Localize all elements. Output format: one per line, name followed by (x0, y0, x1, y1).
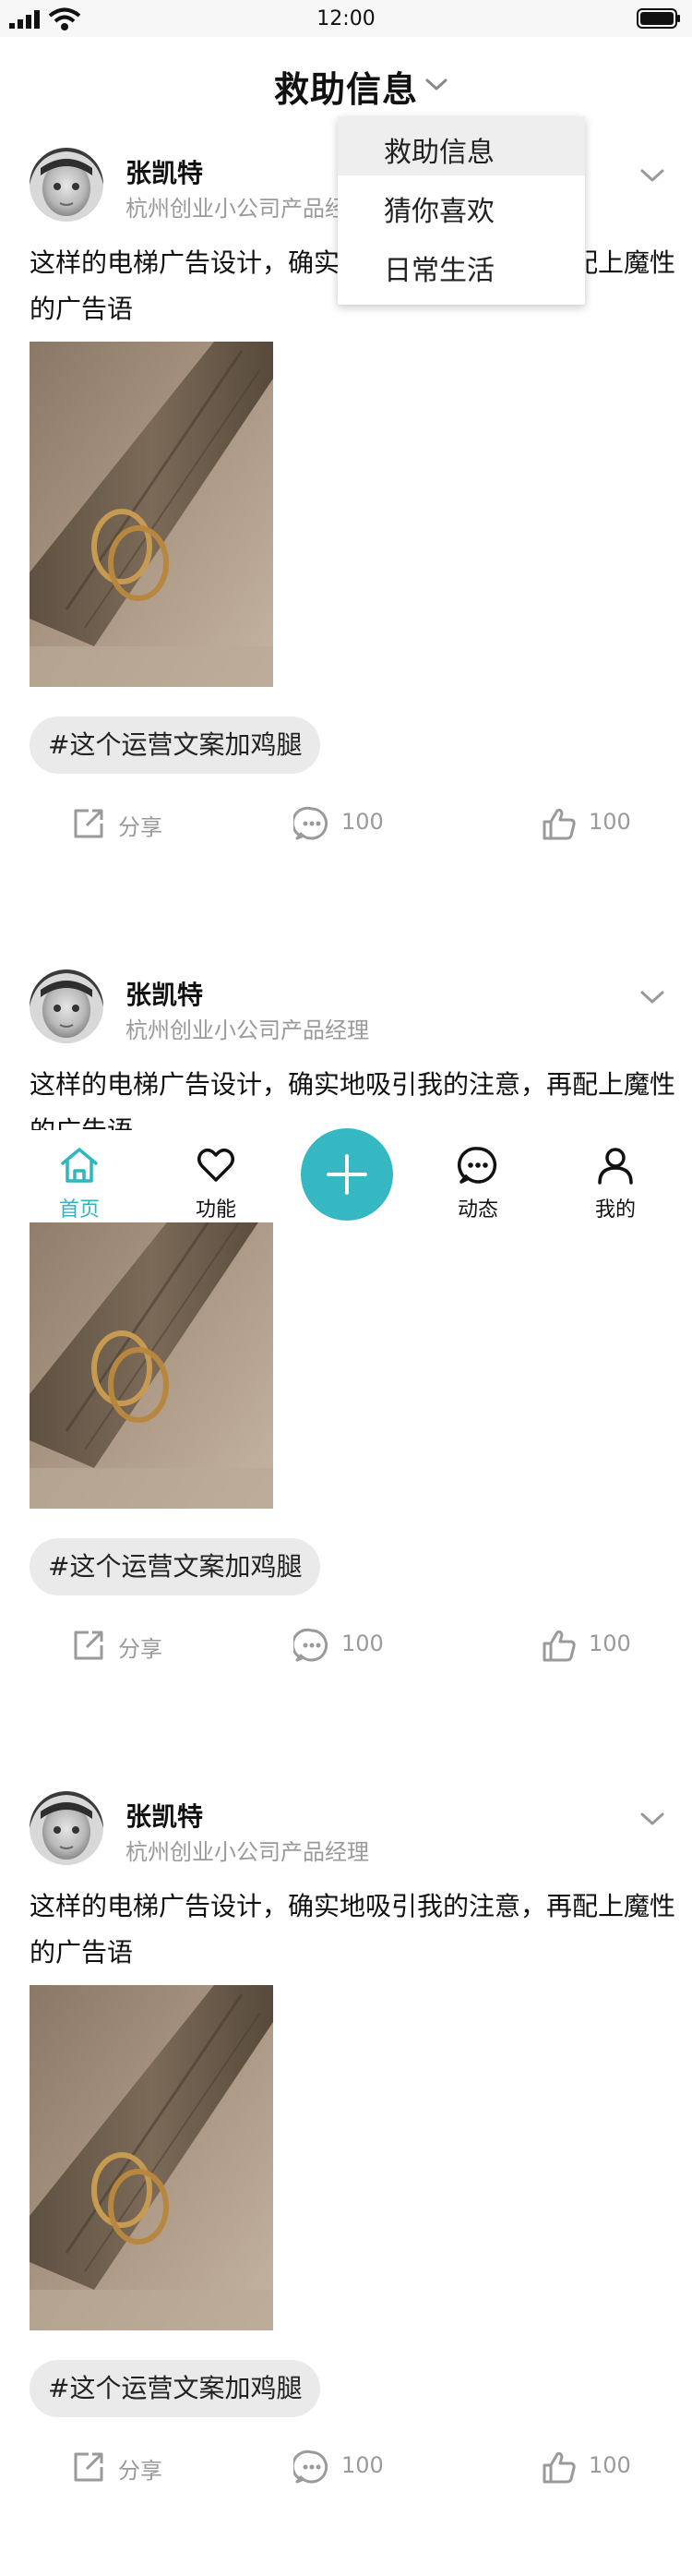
add-post-button[interactable] (301, 1128, 393, 1221)
avatar[interactable] (30, 1791, 103, 1865)
header: 救助信息 (0, 37, 692, 129)
comment-count: 100 (341, 2452, 384, 2478)
chevron-down-icon[interactable] (638, 166, 666, 185)
tab-home[interactable]: 首页 (33, 1130, 125, 1222)
heart-icon (197, 1149, 234, 1182)
status-bar: 12:00 (0, 0, 692, 37)
hashtag-tag[interactable]: #这个运营文案加鸡腿 (30, 2360, 321, 2417)
page-title[interactable]: 救助信息 (0, 61, 692, 112)
hashtag-tag[interactable]: #这个运营文案加鸡腿 (30, 1538, 321, 1595)
home-icon (61, 1148, 98, 1183)
like-count: 100 (589, 809, 631, 835)
tab-me[interactable]: 我的 (569, 1130, 662, 1222)
user-subtitle: 杭州创业小公司产品经理 (125, 196, 369, 222)
chevron-down-icon[interactable] (424, 76, 448, 94)
plus-icon (327, 1154, 367, 1195)
chevron-down-icon[interactable] (638, 1810, 666, 1828)
comment-button[interactable]: 100 (293, 2449, 404, 2486)
chevron-down-icon[interactable] (638, 988, 666, 1006)
share-button[interactable]: 分享 (70, 805, 181, 842)
avatar[interactable] (30, 969, 103, 1043)
share-label: 分享 (118, 814, 162, 840)
comment-button[interactable]: 100 (293, 805, 404, 842)
dropdown-item-daily[interactable]: 日常生活 (338, 235, 585, 294)
post-card: 张凯特 杭州创业小公司产品经理 这样的电梯广告设计，确实地吸引我的注意，再配上魔… (0, 1791, 692, 2576)
comment-count: 100 (341, 809, 384, 835)
dropdown-item-label: 日常生活 (384, 255, 495, 287)
share-icon (74, 809, 103, 838)
like-count: 100 (589, 1631, 631, 1656)
share-icon (74, 2452, 103, 2482)
like-count: 100 (589, 2452, 631, 2478)
thumbs-up-icon (543, 808, 576, 840)
share-label: 分享 (118, 1636, 162, 1662)
user-icon (598, 1148, 633, 1185)
thumbs-up-icon (543, 1630, 576, 1662)
user-subtitle: 杭州创业小公司产品经理 (125, 1839, 369, 1865)
share-label: 分享 (118, 2458, 162, 2484)
thumbs-up-icon (543, 2451, 576, 2484)
comment-button[interactable]: 100 (293, 1627, 404, 1664)
share-button[interactable]: 分享 (70, 2449, 181, 2486)
post-text: 这样的电梯广告设计，确实地吸引我的注意，再配上魔性的广告语 (30, 1891, 676, 1968)
user-name[interactable]: 张凯特 (125, 153, 203, 190)
like-button[interactable]: 100 (541, 2449, 651, 2486)
tab-function[interactable]: 功能 (170, 1130, 262, 1222)
like-button[interactable]: 100 (541, 1627, 651, 1664)
share-button[interactable]: 分享 (70, 1627, 181, 1664)
tab-label: 动态 (457, 1198, 498, 1222)
user-subtitle: 杭州创业小公司产品经理 (125, 1017, 369, 1043)
comment-count: 100 (341, 1631, 384, 1656)
dropdown-item-label: 救助信息 (384, 137, 495, 169)
post-image[interactable] (30, 1985, 273, 2330)
post-image[interactable] (30, 342, 273, 687)
comment-icon (293, 1628, 328, 1662)
dropdown-item-label: 猜你喜欢 (384, 196, 495, 228)
tab-dynamics[interactable]: 动态 (432, 1130, 524, 1222)
user-name[interactable]: 张凯特 (125, 1797, 203, 1834)
dropdown-item-rescue[interactable]: 救助信息 (338, 116, 585, 175)
tab-label: 首页 (58, 1198, 100, 1222)
comment-icon (293, 2450, 328, 2484)
avatar[interactable] (30, 148, 103, 222)
dropdown-item-guess[interactable]: 猜你喜欢 (338, 175, 585, 235)
user-name[interactable]: 张凯特 (125, 975, 203, 1012)
battery-icon (637, 8, 680, 29)
share-icon (74, 1631, 103, 1660)
tab-label: 我的 (594, 1198, 636, 1222)
like-button[interactable]: 100 (541, 805, 651, 842)
comment-icon (293, 806, 328, 840)
chat-icon (458, 1147, 497, 1184)
tab-label: 功能 (195, 1198, 236, 1222)
category-dropdown: 救助信息 猜你喜欢 日常生活 (338, 116, 585, 305)
hashtag-tag[interactable]: #这个运营文案加鸡腿 (30, 716, 321, 774)
post-card: 张凯特 杭州创业小公司产品经理 这样的电梯广告设计，确实地吸引我的注意，再配上魔… (0, 969, 692, 1754)
status-time: 12:00 (316, 7, 376, 30)
